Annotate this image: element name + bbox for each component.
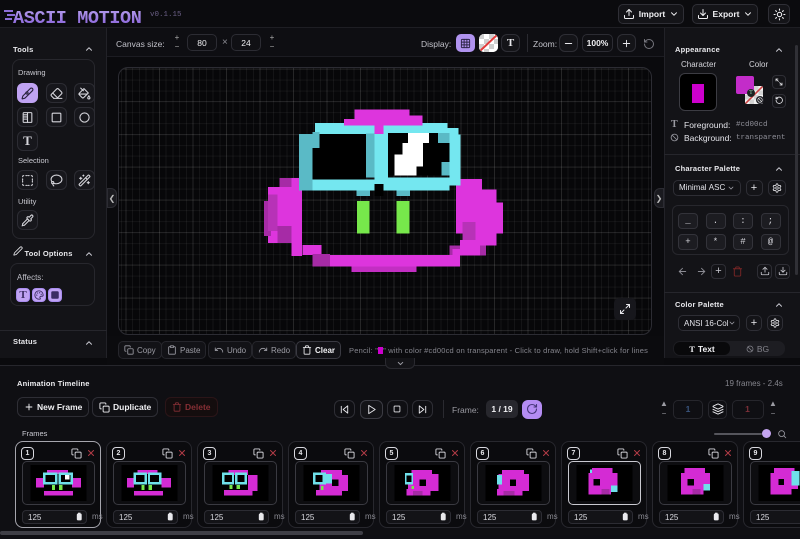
svg-text:ASCII MOTION: ASCII MOTION <box>13 8 141 29</box>
